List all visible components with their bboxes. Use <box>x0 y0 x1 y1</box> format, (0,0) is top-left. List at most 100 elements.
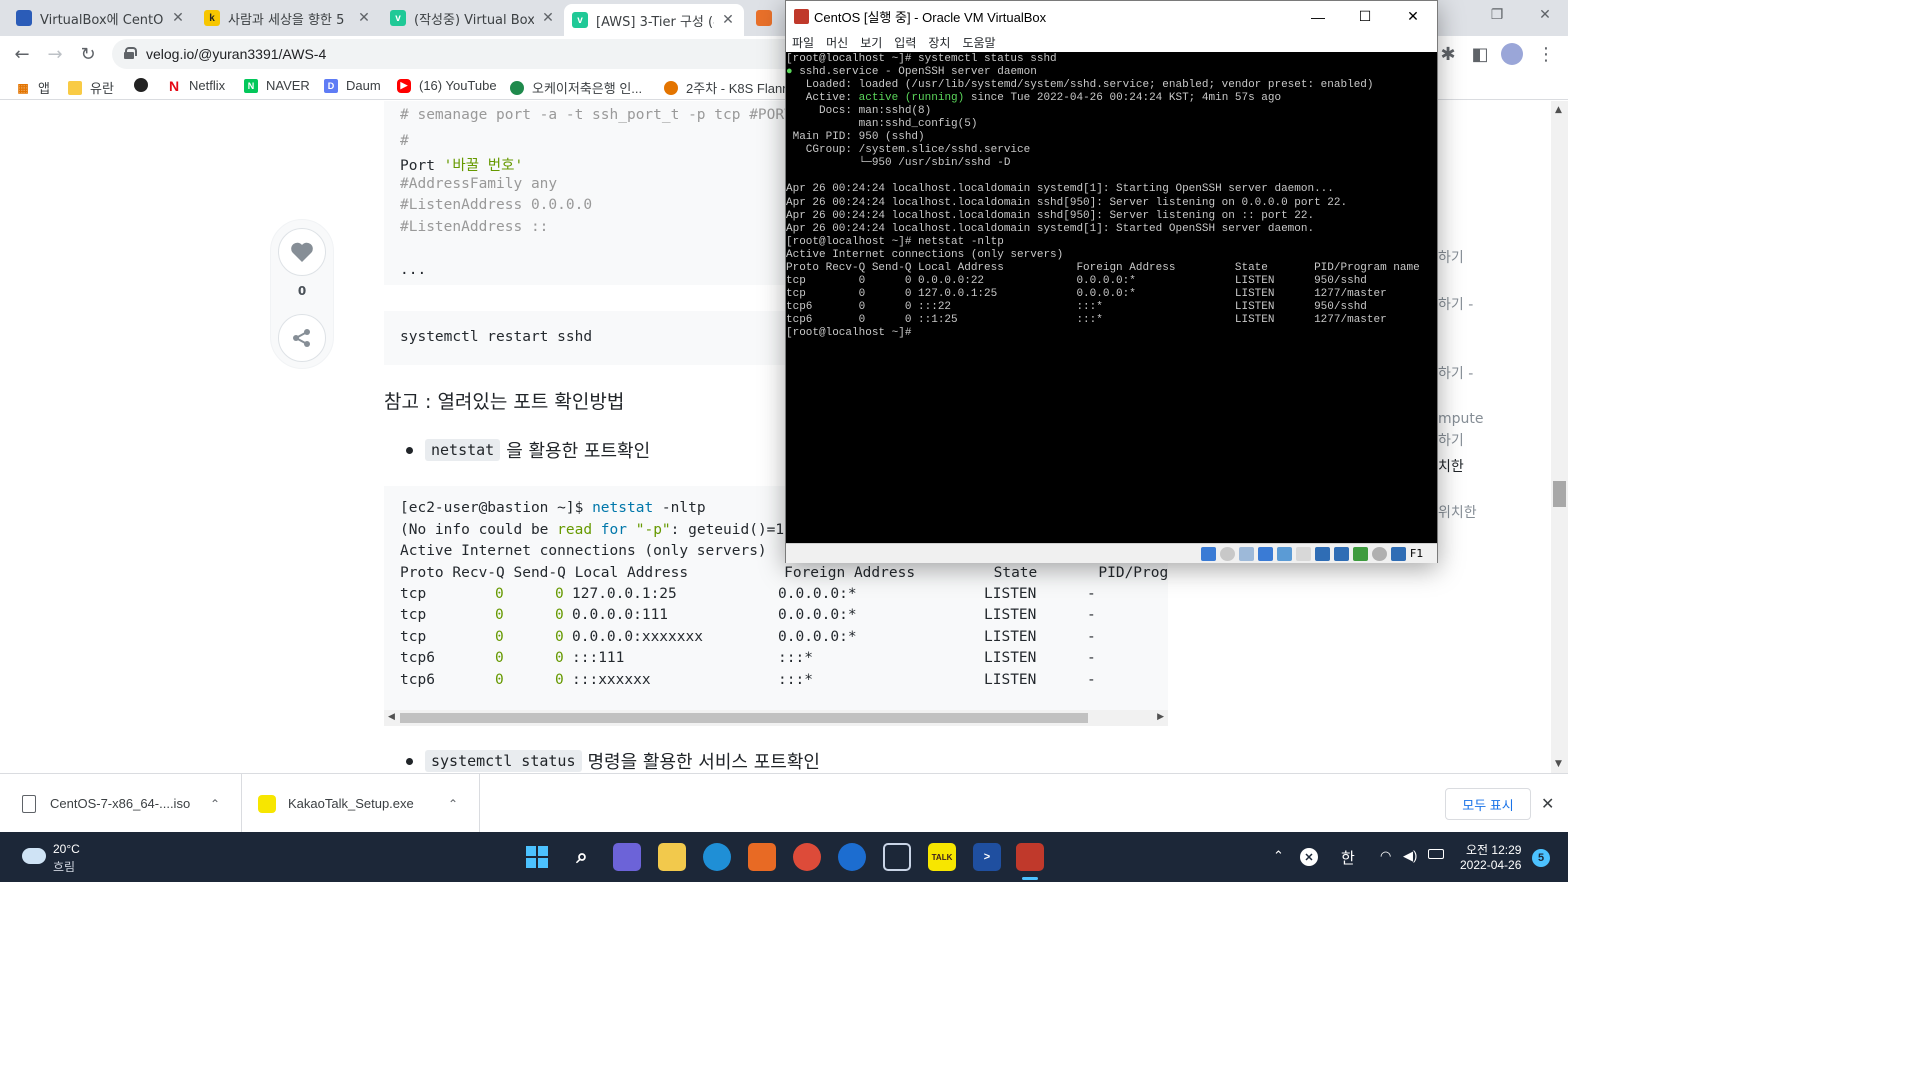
globe-icon <box>134 78 148 92</box>
file-explorer-icon[interactable] <box>658 843 686 871</box>
scroll-up-icon[interactable]: ▲ <box>1555 105 1562 115</box>
edge-icon[interactable] <box>703 843 731 871</box>
ime-indicator[interactable]: 한 <box>1341 847 1355 868</box>
menu-item-file[interactable]: 파일 <box>792 34 814 51</box>
menu-item-devices[interactable]: 장치 <box>928 34 950 51</box>
notification-badge[interactable]: 5 <box>1532 849 1550 867</box>
toc-item[interactable]: mpute <box>1438 411 1484 427</box>
weather-temp[interactable]: 20°C <box>53 842 80 856</box>
profile-avatar[interactable] <box>1500 42 1524 66</box>
bookmark-apps[interactable]: ▦ 앱 <box>16 78 50 97</box>
mouse-icon[interactable] <box>1372 547 1387 561</box>
toc-item[interactable]: 하기 <box>1438 430 1464 450</box>
display-icon[interactable] <box>1315 547 1330 561</box>
usb-icon[interactable] <box>1277 547 1292 561</box>
virtualbox-vm-icon[interactable] <box>1016 843 1044 871</box>
menu-item-machine[interactable]: 머신 <box>826 34 848 51</box>
bookmark-folder[interactable]: 유란 <box>68 78 114 97</box>
toc-item-active[interactable]: 치한 <box>1438 456 1464 476</box>
scroll-left-icon[interactable]: ◀ <box>388 712 395 722</box>
battery-icon[interactable] <box>1428 849 1444 859</box>
bookmark-k8s[interactable]: 2주차 - K8S Flann <box>664 78 789 97</box>
vm-console-screen[interactable]: [root@localhost ~]# systemctl status ssh… <box>786 52 1437 543</box>
clock-time[interactable]: 오전 12:29 <box>1466 841 1521 858</box>
tray-app-icon[interactable]: ✕ <box>1300 848 1318 866</box>
back-icon[interactable]: ← <box>10 42 34 66</box>
office-icon[interactable] <box>748 843 776 871</box>
show-all-button[interactable]: 모두 표시 <box>1445 788 1531 820</box>
menu-icon[interactable]: ⋮ <box>1534 42 1558 66</box>
menu-item-help[interactable]: 도움말 <box>962 34 995 51</box>
terminal-line: Apr 26 00:24:24 localhost.localdomain ss… <box>786 209 1315 222</box>
scroll-right-icon[interactable]: ▶ <box>1157 712 1164 722</box>
network-icon[interactable] <box>1258 547 1273 561</box>
browser-tab[interactable]: H <box>748 4 788 32</box>
menu-item-view[interactable]: 보기 <box>860 34 882 51</box>
toc-item[interactable]: 하기 - <box>1438 294 1473 314</box>
search-icon[interactable]: ⌕ <box>568 843 596 871</box>
audio-icon[interactable] <box>1239 547 1254 561</box>
close-icon[interactable]: ✕ <box>1390 1 1436 32</box>
host-key-arrow-icon[interactable] <box>1391 547 1406 561</box>
close-icon[interactable]: ✕ <box>540 10 556 26</box>
browser-tab[interactable]: v (작성중) Virtual Box에 ✕ <box>382 4 564 32</box>
powershell-icon[interactable]: > <box>973 843 1001 871</box>
hard-disk-icon[interactable] <box>1201 547 1216 561</box>
toc-item[interactable]: 하기 - <box>1438 363 1473 383</box>
scroll-down-icon[interactable]: ▼ <box>1555 759 1562 769</box>
bookmark-netflix[interactable]: N Netflix <box>167 78 225 94</box>
toc-item[interactable]: 위치한 <box>1438 502 1477 522</box>
horizontal-scrollbar[interactable]: ◀ ▶ <box>384 710 1168 726</box>
chevron-up-icon[interactable]: ⌃ <box>1273 848 1284 864</box>
share-button[interactable] <box>278 314 326 362</box>
app-icon[interactable] <box>838 843 866 871</box>
toc-item[interactable]: 하기 <box>1438 247 1464 267</box>
start-icon[interactable] <box>523 843 551 871</box>
recording-icon[interactable] <box>1334 547 1349 561</box>
vertical-scrollbar[interactable]: ▲ ▼ <box>1551 101 1568 773</box>
browser-tab[interactable]: k 사람과 세상을 향한 5 ✕ <box>196 4 380 32</box>
virtualbox-cube-icon[interactable] <box>883 843 911 871</box>
forward-icon[interactable]: → <box>43 42 67 66</box>
close-icon[interactable]: ✕ <box>720 12 736 28</box>
menu-item-input[interactable]: 입력 <box>894 34 916 51</box>
scrollbar-thumb[interactable] <box>1553 481 1566 507</box>
browser-tab-active[interactable]: v [AWS] 3-Tier 구성 (4/ ✕ <box>564 4 744 36</box>
close-icon[interactable]: ✕ <box>1522 0 1568 30</box>
optical-drive-icon[interactable] <box>1220 547 1235 561</box>
maximize-icon[interactable]: ☐ <box>1342 1 1388 32</box>
bookmark-naver[interactable]: N NAVER <box>244 78 310 93</box>
side-panel-icon[interactable]: ◧ <box>1468 42 1492 66</box>
bookmark-daum[interactable]: D Daum <box>324 78 381 93</box>
like-button[interactable] <box>278 228 326 276</box>
kakaotalk-icon[interactable]: TALK <box>928 843 956 871</box>
browser-tab[interactable]: VirtualBox에 CentOS ✕ <box>8 4 194 32</box>
vbox-titlebar[interactable]: CentOS [실행 중] - Oracle VM VirtualBox — ☐… <box>786 1 1437 32</box>
clock-date[interactable]: 2022-04-26 <box>1460 858 1521 872</box>
close-icon[interactable]: ✕ <box>170 10 186 26</box>
wifi-icon[interactable]: ◠ <box>1380 848 1391 864</box>
code-line: [ec2-user@bastion ~]$ netstat -nltp <box>400 500 706 516</box>
bookmark-globe[interactable] <box>134 78 156 92</box>
shared-folder-icon[interactable] <box>1296 547 1311 561</box>
volume-icon[interactable]: ◀) <box>1403 848 1417 864</box>
cpu-icon[interactable] <box>1353 547 1368 561</box>
extensions-icon[interactable]: ✱ <box>1436 42 1460 66</box>
chrome-icon[interactable] <box>793 843 821 871</box>
chevron-up-icon[interactable]: ⌃ <box>210 797 220 811</box>
bookmark-okbank[interactable]: 오케이저축은행 인... <box>510 78 642 97</box>
close-icon[interactable]: ✕ <box>356 10 372 26</box>
download-item[interactable]: CentOS-7-x86_64-....iso ⌃ <box>0 774 242 833</box>
scrollbar-thumb[interactable] <box>400 713 1088 723</box>
reload-icon[interactable]: ↻ <box>76 42 100 66</box>
chevron-up-icon[interactable]: ⌃ <box>448 797 458 811</box>
bookmark-youtube[interactable]: ▶ (16) YouTube <box>397 78 497 93</box>
weather-desc[interactable]: 흐림 <box>53 858 75 875</box>
teams-chat-icon[interactable] <box>613 843 641 871</box>
download-item[interactable]: KakaoTalk_Setup.exe ⌃ <box>242 774 480 833</box>
minimize-icon[interactable]: — <box>1295 1 1341 32</box>
file-icon <box>22 794 36 813</box>
restore-icon[interactable]: ❐ <box>1474 0 1520 30</box>
close-icon[interactable]: ✕ <box>1541 794 1554 814</box>
